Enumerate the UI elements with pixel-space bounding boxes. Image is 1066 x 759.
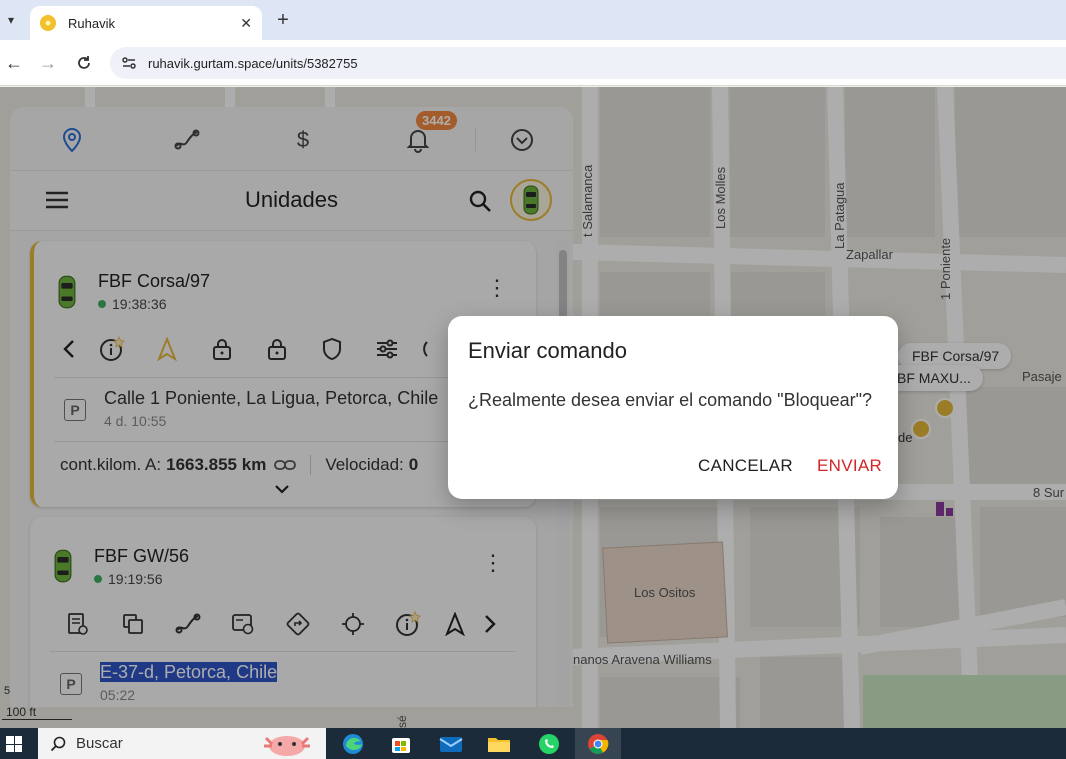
reload-button[interactable]	[72, 51, 96, 75]
tab-title: Ruhavik	[68, 15, 115, 31]
send-button[interactable]: ENVIAR	[817, 456, 882, 476]
file-explorer-app[interactable]	[487, 733, 511, 755]
tab-list-dropdown[interactable]: ▾	[0, 8, 22, 32]
whatsapp-app[interactable]	[537, 733, 561, 755]
reload-icon	[78, 56, 90, 69]
search-icon	[50, 736, 66, 751]
edge-icon	[343, 734, 363, 754]
chrome-icon	[588, 734, 609, 754]
dialog-title: Enviar comando	[468, 338, 627, 363]
store-app[interactable]	[389, 733, 413, 755]
mail-icon	[439, 737, 463, 752]
tab-close-icon[interactable]: ✕	[240, 15, 252, 32]
taskbar-search-text: Buscar	[76, 735, 123, 752]
edge-app[interactable]	[341, 733, 365, 755]
new-tab-button[interactable]: +	[272, 8, 294, 32]
dialog-message: ¿Realmente desea enviar el comando "Bloq…	[468, 390, 873, 410]
windows-start-button[interactable]	[6, 736, 22, 752]
forward-button[interactable]: →	[36, 51, 60, 75]
send-command-dialog: Enviar comando ¿Realmente desea enviar e…	[448, 316, 898, 499]
taskbar-search[interactable]: Buscar	[38, 728, 326, 759]
cancel-button[interactable]: CANCELAR	[698, 456, 793, 476]
store-icon	[392, 738, 410, 753]
url-text: ruhavik.gurtam.space/units/5382755	[148, 55, 358, 71]
mail-app[interactable]	[439, 733, 463, 755]
browser-tab[interactable]: Ruhavik ✕	[30, 6, 262, 40]
browser-tabbar: ▾ Ruhavik ✕ +	[0, 0, 1066, 40]
whatsapp-icon	[539, 734, 559, 754]
omnibox[interactable]: ruhavik.gurtam.space/units/5382755	[110, 47, 1066, 79]
search-highlight-art-icon	[264, 736, 310, 756]
back-button[interactable]: ←	[2, 51, 26, 75]
ruhavik-favicon-icon	[40, 15, 56, 31]
folder-icon	[488, 738, 510, 752]
chrome-app[interactable]	[586, 733, 610, 755]
site-settings-icon[interactable]	[120, 54, 138, 72]
windows-taskbar: Buscar	[0, 728, 1066, 759]
browser-toolbar: ← → ruhavik.gurtam.space/units/5382755	[0, 40, 1066, 86]
